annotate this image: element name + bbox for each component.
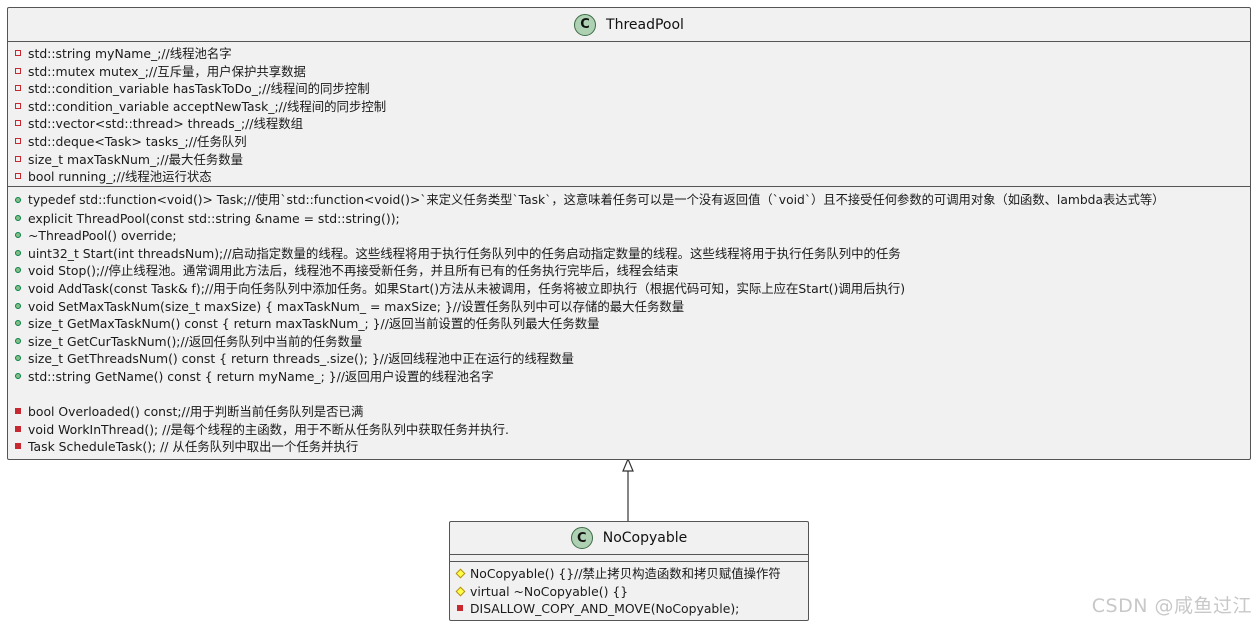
method-row: NoCopyable() {}//禁止拷贝构造函数和拷贝赋值操作符 — [450, 565, 808, 583]
method-row: void SetMaxTaskNum(size_t maxSize) { max… — [8, 298, 1250, 316]
protected-method-icon — [455, 568, 466, 579]
public-method-icon — [15, 355, 21, 362]
private-field-icon — [15, 67, 21, 74]
private-field-icon — [15, 155, 21, 162]
private-field-icon — [15, 120, 21, 127]
field-row: std::vector<std::thread> threads_;//线程数组 — [8, 115, 1250, 133]
method-row: virtual ~NoCopyable() {} — [450, 583, 808, 601]
class-threadpool-header: C ThreadPool — [8, 8, 1250, 41]
public-method-icon — [15, 302, 21, 309]
method-row: DISALLOW_COPY_AND_MOVE(NoCopyable); — [450, 600, 808, 618]
private-method-icon — [15, 425, 21, 432]
field-row: std::deque<Task> tasks_;//任务队列 — [8, 133, 1250, 151]
method-row: Task ScheduleTask(); // 从任务队列中取出一个任务并执行 — [8, 438, 1250, 456]
public-method-icon — [15, 284, 21, 291]
field-row: size_t maxTaskNum_;//最大任务数量 — [8, 151, 1250, 169]
class-nocopyable[interactable]: C NoCopyable NoCopyable() {}//禁止拷贝构造函数和拷… — [449, 521, 809, 621]
arrow-head — [622, 457, 634, 472]
private-field-icon — [15, 102, 21, 109]
field-row: std::string myName_;//线程池名字 — [8, 45, 1250, 63]
field-row: bool running_;//线程池运行状态 — [8, 168, 1250, 186]
method-row: size_t GetCurTaskNum();//返回任务队列中当前的任务数量 — [8, 333, 1250, 351]
method-row: void AddTask(const Task& f);//用于向任务队列中添加… — [8, 280, 1250, 298]
private-field-icon — [15, 50, 21, 56]
watermark: CSDN @咸鱼过江 — [1091, 595, 1252, 617]
public-method-icon — [15, 197, 21, 203]
private-method-icon — [15, 408, 21, 415]
class-badge: C — [574, 13, 597, 36]
field-row: std::mutex mutex_;//互斥量，用户保护共享数据 — [8, 63, 1250, 81]
private-method-icon — [15, 443, 21, 450]
class-name: ThreadPool — [606, 16, 684, 33]
protected-method-icon — [455, 586, 466, 597]
method-row: typedef std::function<void()> Task;//使用`… — [8, 192, 1250, 210]
fields-section — [450, 554, 808, 561]
method-row: ~ThreadPool() override; — [8, 227, 1250, 245]
methods-section: typedef std::function<void()> Task;//使用`… — [8, 186, 1250, 456]
methods-section: NoCopyable() {}//禁止拷贝构造函数和拷贝赋值操作符 virtua… — [450, 561, 808, 618]
private-method-icon — [457, 605, 463, 612]
public-method-icon — [15, 214, 21, 221]
class-name: NoCopyable — [602, 530, 688, 546]
public-method-icon — [15, 232, 21, 239]
method-row: size_t GetThreadsNum() const { return th… — [8, 350, 1250, 368]
class-threadpool[interactable]: C ThreadPool std::string myName_;//线程池名字… — [7, 7, 1251, 460]
public-method-icon — [15, 267, 21, 274]
field-row: std::condition_variable hasTaskToDo_;//线… — [8, 80, 1250, 98]
method-spacer — [8, 386, 1250, 404]
method-row: void Stop();//停止线程池。通常调用此方法后，线程池不再接受新任务，… — [8, 262, 1250, 280]
fields-section: std::string myName_;//线程池名字 std::mutex m… — [8, 41, 1250, 186]
field-row: std::condition_variable acceptNewTask_;/… — [8, 98, 1250, 116]
public-method-icon — [15, 249, 21, 256]
public-method-icon — [15, 320, 21, 327]
method-row: void WorkInThread(); //是每个线程的主函数，用于不断从任务… — [8, 421, 1250, 439]
class-nocopyable-header: C NoCopyable — [450, 522, 808, 554]
class-badge: C — [570, 527, 593, 549]
private-field-icon — [15, 173, 21, 180]
method-row: bool Overloaded() const;//用于判断当前任务队列是否已满 — [8, 403, 1250, 421]
method-row: uint32_t Start(int threadsNum);//启动指定数量的… — [8, 245, 1250, 263]
private-field-icon — [15, 137, 21, 144]
method-row: size_t GetMaxTaskNum() const { return ma… — [8, 315, 1250, 333]
public-method-icon — [15, 337, 21, 344]
method-row: explicit ThreadPool(const std::string &n… — [8, 210, 1250, 228]
method-row: std::string GetName() const { return myN… — [8, 368, 1250, 386]
public-method-icon — [15, 372, 21, 379]
private-field-icon — [15, 85, 21, 92]
